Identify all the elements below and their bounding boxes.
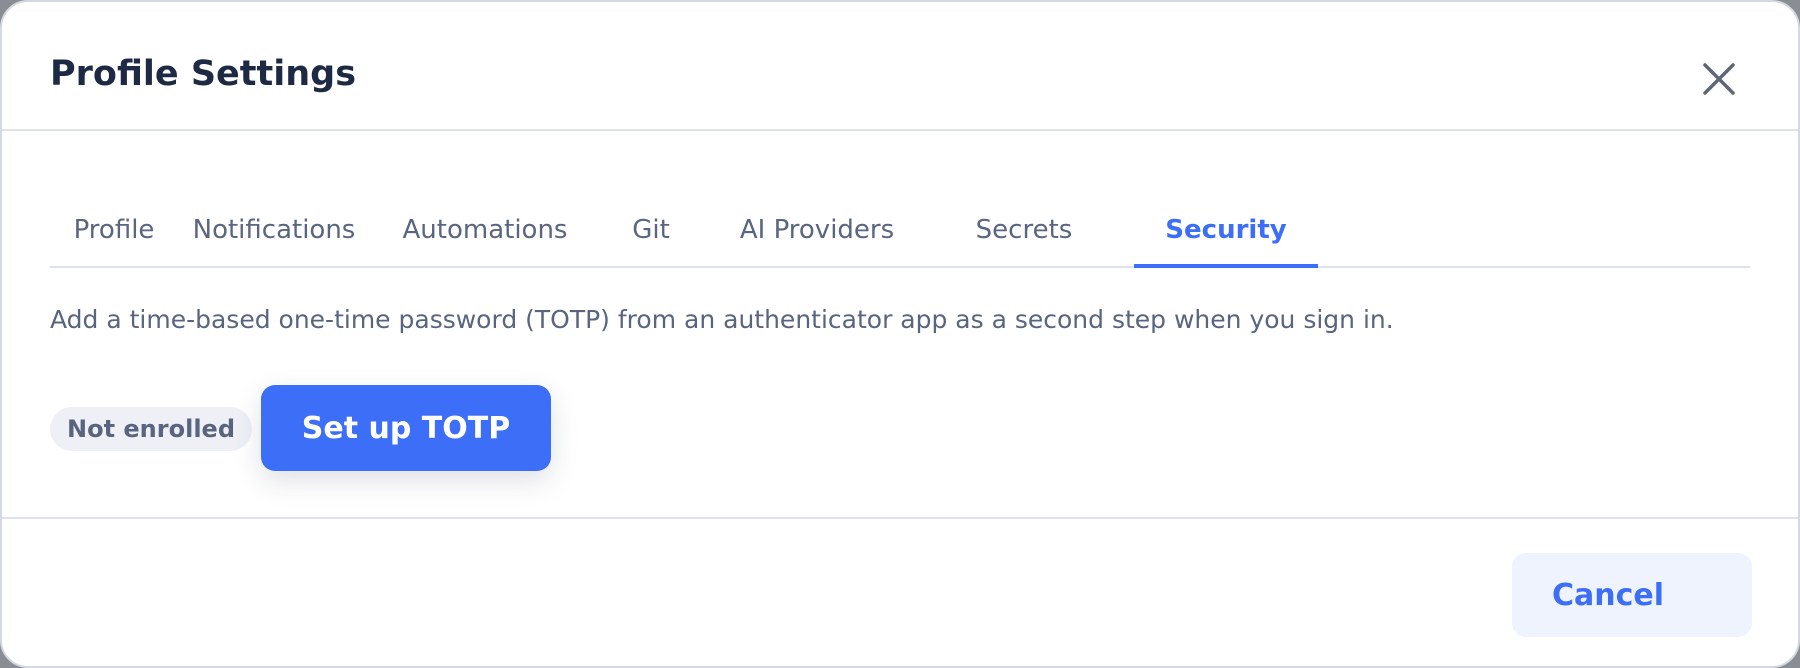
dialog-body: Profile Notifications Automations Git AI… (2, 131, 1798, 519)
tab-ai-providers[interactable]: AI Providers (702, 193, 932, 266)
dialog-title: Profile Settings (50, 54, 357, 94)
close-button[interactable] (1694, 54, 1744, 104)
tab-profile[interactable]: Profile (50, 193, 178, 266)
dialog-header: Profile Settings (2, 2, 1798, 131)
tab-notifications[interactable]: Notifications (178, 193, 370, 266)
status-badge: Not enrolled (50, 407, 252, 451)
security-description: Add a time-based one-time password (TOTP… (50, 305, 1394, 334)
settings-tabs: Profile Notifications Automations Git AI… (50, 193, 1750, 268)
profile-settings-dialog: Profile Settings Profile Notifications A… (0, 0, 1800, 668)
setup-totp-button[interactable]: Set up TOTP (261, 385, 551, 471)
tab-security[interactable]: Security (1134, 193, 1318, 268)
tab-automations[interactable]: Automations (370, 193, 600, 266)
cancel-button[interactable]: Cancel (1512, 553, 1752, 637)
dialog-footer: Cancel (2, 519, 1798, 666)
close-icon (1703, 63, 1735, 95)
tab-secrets[interactable]: Secrets (932, 193, 1116, 266)
tab-git[interactable]: Git (600, 193, 702, 266)
